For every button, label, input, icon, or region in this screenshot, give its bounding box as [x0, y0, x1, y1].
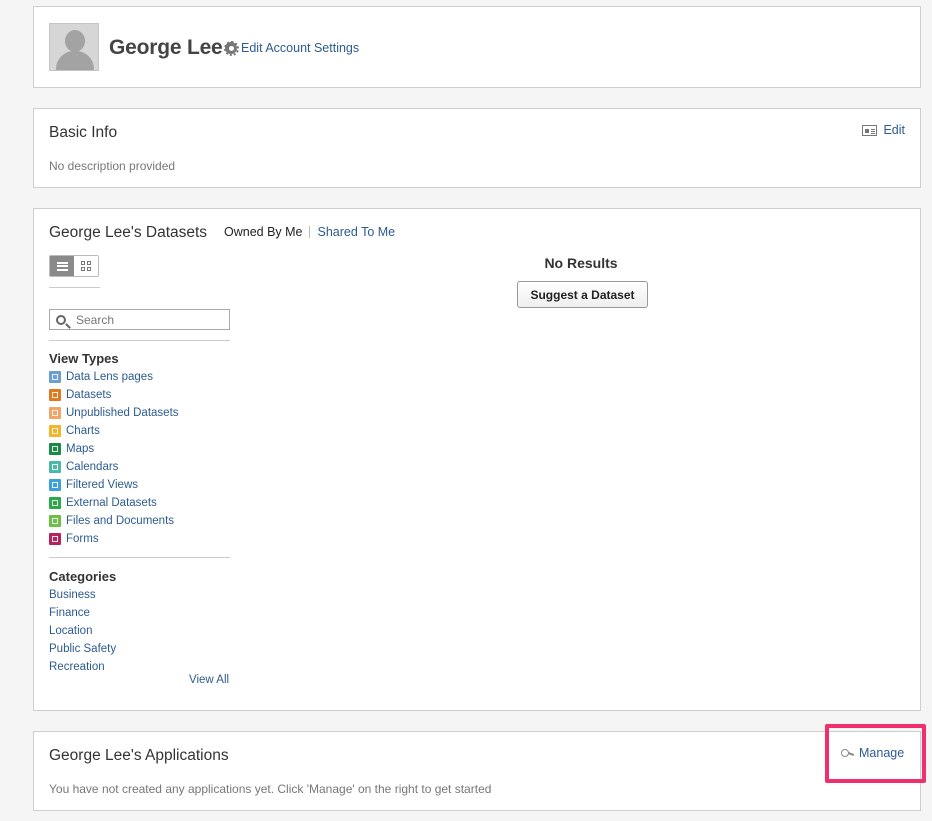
- view-type-label[interactable]: Maps: [66, 443, 94, 455]
- view-type-filtered-views[interactable]: Filtered Views: [49, 476, 179, 494]
- form-icon: [49, 533, 61, 545]
- view-type-label[interactable]: External Datasets: [66, 497, 157, 509]
- basic-info-title: Basic Info: [49, 124, 118, 141]
- category-item[interactable]: Public Safety: [49, 640, 116, 658]
- manage-applications-link[interactable]: Manage: [841, 746, 904, 760]
- external-link-icon: [49, 497, 61, 509]
- view-type-label[interactable]: Calendars: [66, 461, 118, 473]
- basic-info-panel: Basic Info Edit No description provided: [33, 108, 921, 188]
- key-icon: [841, 749, 853, 757]
- view-type-calendars[interactable]: Calendars: [49, 458, 179, 476]
- edit-basic-info-link[interactable]: Edit: [862, 123, 905, 137]
- view-type-files[interactable]: Files and Documents: [49, 512, 179, 530]
- tab-divider: [308, 226, 310, 238]
- view-type-label[interactable]: Filtered Views: [66, 479, 138, 491]
- view-type-data-lens[interactable]: Data Lens pages: [49, 368, 179, 386]
- file-icon: [49, 515, 61, 527]
- search-box[interactable]: [49, 309, 230, 330]
- avatar: [49, 23, 99, 71]
- view-type-external[interactable]: External Datasets: [49, 494, 179, 512]
- tab-shared-to-me[interactable]: Shared To Me: [318, 225, 396, 239]
- user-name: George Lee: [109, 36, 223, 59]
- view-type-unpublished[interactable]: Unpublished Datasets: [49, 404, 179, 422]
- category-item[interactable]: Recreation: [49, 658, 116, 676]
- calendar-icon: [49, 461, 61, 473]
- category-location[interactable]: Location: [49, 625, 92, 637]
- category-business[interactable]: Business: [49, 589, 96, 601]
- chart-icon: [49, 425, 61, 437]
- categories-heading: Categories: [49, 569, 117, 584]
- view-type-label[interactable]: Datasets: [66, 389, 111, 401]
- edit-account-settings-link[interactable]: Edit Account Settings: [223, 40, 360, 56]
- categories-list: Business Finance Location Public Safety …: [49, 586, 116, 676]
- suggest-dataset-button[interactable]: Suggest a Dataset: [517, 281, 648, 308]
- category-public-safety[interactable]: Public Safety: [49, 643, 116, 655]
- datasets-panel: George Lee's Datasets Owned By Me Shared…: [33, 208, 921, 711]
- grid-view-icon: [80, 260, 92, 272]
- edit-label: Edit: [883, 123, 905, 137]
- category-item[interactable]: Location: [49, 622, 116, 640]
- map-icon: [49, 443, 61, 455]
- divider: [49, 287, 100, 288]
- id-card-icon: [862, 124, 878, 136]
- grid-view-button[interactable]: [74, 256, 98, 276]
- basic-info-description: No description provided: [49, 159, 176, 173]
- search-input[interactable]: [76, 312, 216, 327]
- view-types-heading: View Types: [49, 351, 119, 366]
- manage-label: Manage: [859, 746, 905, 760]
- applications-panel: George Lee's Applications You have not c…: [33, 731, 921, 811]
- applications-title: George Lee's Applications: [49, 747, 229, 764]
- list-view-icon: [56, 261, 68, 271]
- data-lens-icon: [49, 371, 61, 383]
- view-type-forms[interactable]: Forms: [49, 530, 179, 548]
- gear-icon: [223, 40, 239, 56]
- divider: [49, 340, 230, 341]
- view-type-label[interactable]: Unpublished Datasets: [66, 407, 179, 419]
- dataset-tabs: Owned By Me Shared To Me: [224, 225, 395, 239]
- search-icon: [56, 314, 66, 325]
- category-item[interactable]: Business: [49, 586, 116, 604]
- view-type-datasets[interactable]: Datasets: [49, 386, 179, 404]
- view-types-list: Data Lens pages Datasets Unpublished Dat…: [49, 368, 179, 548]
- list-view-button[interactable]: [50, 256, 74, 276]
- view-mode-toggle: [49, 255, 99, 277]
- edit-account-settings-label: Edit Account Settings: [241, 41, 360, 55]
- view-type-label[interactable]: Forms: [66, 533, 99, 545]
- filter-icon: [49, 479, 61, 491]
- view-type-label[interactable]: Data Lens pages: [66, 371, 153, 383]
- divider: [49, 557, 230, 558]
- view-type-label[interactable]: Charts: [66, 425, 100, 437]
- profile-header: George Lee Edit Account Settings: [33, 6, 921, 88]
- category-recreation[interactable]: Recreation: [49, 661, 105, 673]
- datasets-title: George Lee's Datasets: [49, 224, 208, 241]
- view-type-charts[interactable]: Charts: [49, 422, 179, 440]
- applications-description: You have not created any applications ye…: [49, 782, 492, 796]
- no-results-message: No Results: [544, 255, 618, 271]
- tab-owned-by-me[interactable]: Owned By Me: [224, 225, 303, 239]
- unpublished-dataset-icon: [49, 407, 61, 419]
- dataset-table-icon: [49, 389, 61, 401]
- view-type-label[interactable]: Files and Documents: [66, 515, 174, 527]
- view-all-categories-link[interactable]: View All: [189, 674, 229, 686]
- category-item[interactable]: Finance: [49, 604, 116, 622]
- category-finance[interactable]: Finance: [49, 607, 90, 619]
- view-type-maps[interactable]: Maps: [49, 440, 179, 458]
